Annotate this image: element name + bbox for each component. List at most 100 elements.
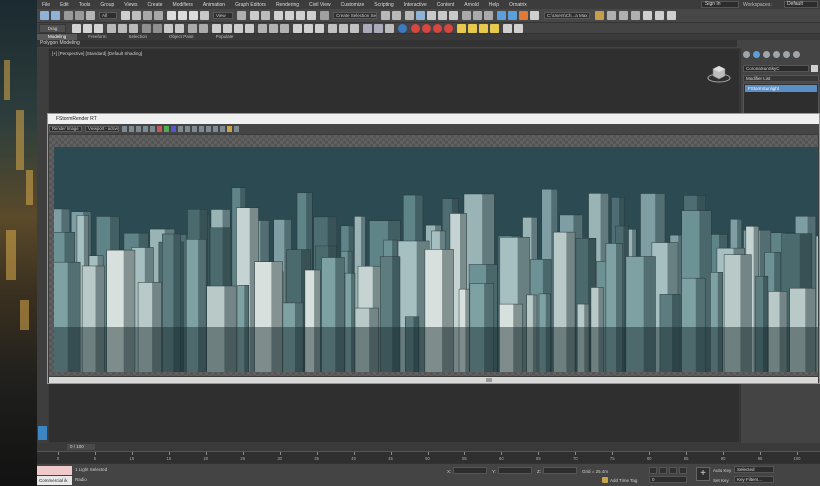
menu-modifiers[interactable]: Modifiers: [168, 2, 198, 8]
print-icon[interactable]: [150, 126, 155, 132]
redo-icon[interactable]: [51, 11, 60, 20]
lens-effects-icon[interactable]: [227, 126, 232, 132]
render-window-title[interactable]: FStormRender RT: [48, 114, 819, 124]
spacing-tool-icon[interactable]: [315, 24, 324, 33]
prev-frame-icon[interactable]: [659, 467, 667, 474]
viewport-layout-tab[interactable]: [38, 426, 47, 440]
open-folder-icon[interactable]: [607, 11, 616, 20]
unlink-icon[interactable]: [75, 11, 84, 20]
menu-create[interactable]: Create: [143, 2, 168, 8]
spinner-snap-icon[interactable]: [307, 11, 316, 20]
render-canvas[interactable]: [49, 135, 818, 376]
create-cylinder-icon[interactable]: [94, 24, 103, 33]
ornatrix-yellow-icon-2[interactable]: [468, 24, 477, 33]
layout2-icon[interactable]: [655, 11, 664, 20]
object-name-field[interactable]: CoronaSunSkyC: [743, 65, 809, 72]
ornatrix-blue-icon[interactable]: [398, 24, 407, 33]
pivot-center-icon[interactable]: [237, 11, 246, 20]
layout-icon[interactable]: [643, 11, 652, 20]
maxscript-listener-input[interactable]: Commercial ik: [37, 476, 72, 485]
snapshot-icon[interactable]: [304, 24, 313, 33]
select-manipulate-icon[interactable]: [250, 11, 259, 20]
reference-coordinate-dropdown[interactable]: View: [213, 12, 233, 19]
particle-icon[interactable]: [350, 24, 359, 33]
object-color-swatch[interactable]: [811, 65, 818, 72]
edit-named-sets-icon[interactable]: [320, 11, 329, 20]
alpha-channel-icon[interactable]: [178, 126, 183, 132]
menu-help[interactable]: Help: [484, 2, 504, 8]
menu-animation[interactable]: Animation: [198, 2, 230, 8]
time-tag-icon[interactable]: [602, 477, 608, 483]
menu-file[interactable]: File: [37, 2, 55, 8]
coord-z-field[interactable]: [543, 467, 577, 474]
menu-customize[interactable]: Customize: [336, 2, 370, 8]
menu-tools[interactable]: Tools: [74, 2, 96, 8]
next-frame-icon[interactable]: [679, 467, 687, 474]
material-editor-icon[interactable]: [449, 11, 458, 20]
menu-interactive[interactable]: Interactive: [399, 2, 432, 8]
modifier-twist-icon[interactable]: [234, 24, 243, 33]
create-shape-icon[interactable]: [142, 24, 151, 33]
snaps-toggle-icon[interactable]: [274, 11, 283, 20]
xref-icon[interactable]: [385, 24, 394, 33]
corona-icon[interactable]: [519, 11, 528, 20]
mirror-icon[interactable]: [381, 11, 390, 20]
save-icon[interactable]: [619, 11, 628, 20]
window-crossing-icon[interactable]: [154, 11, 163, 20]
modifier-ffd-icon[interactable]: [258, 24, 267, 33]
menu-ornatrix[interactable]: Ornatrix: [504, 2, 532, 8]
menu-views[interactable]: Views: [119, 2, 142, 8]
viewport-label[interactable]: [+] [Perspective] [Standard] [Default Sh…: [52, 51, 142, 56]
utilities-panel-icon[interactable]: [793, 51, 800, 58]
project-folder-icon[interactable]: [595, 11, 604, 20]
ornatrix-yellow-icon-4[interactable]: [490, 24, 499, 33]
viewport-dropdown[interactable]: Viewport - active (P): [85, 126, 119, 132]
modifier-shell-icon[interactable]: [269, 24, 278, 33]
angle-snap-icon[interactable]: [285, 11, 294, 20]
coord-x-field[interactable]: [453, 467, 487, 474]
ornatrix-yellow-icon-3[interactable]: [479, 24, 488, 33]
drag-button[interactable]: Drag: [39, 24, 66, 33]
save-image-icon[interactable]: [129, 126, 134, 132]
display-panel-icon[interactable]: [783, 51, 790, 58]
stop-render-icon[interactable]: [234, 126, 239, 132]
select-object-icon[interactable]: [121, 11, 130, 20]
lock-view-icon[interactable]: [122, 126, 127, 132]
time-slider[interactable]: 0 / 100: [37, 443, 820, 451]
create-text-icon[interactable]: [153, 24, 162, 33]
add-time-tag[interactable]: Add Time Tag: [610, 478, 637, 483]
render-production-icon[interactable]: [484, 11, 493, 20]
menu-scripting[interactable]: Scripting: [369, 2, 398, 8]
play-icon[interactable]: [669, 467, 677, 474]
coord-y-field[interactable]: [498, 467, 532, 474]
rotate-icon[interactable]: [178, 11, 187, 20]
sign-in-dropdown[interactable]: Sign In: [701, 1, 739, 8]
ornatrix-yellow-icon-1[interactable]: [457, 24, 466, 33]
clone-window-icon[interactable]: [143, 126, 148, 132]
history-icon[interactable]: [220, 126, 225, 132]
maxscript-listener-top[interactable]: [37, 466, 72, 475]
undo-icon[interactable]: [40, 11, 49, 20]
helper-icon[interactable]: [188, 24, 197, 33]
create-torus-icon[interactable]: [118, 24, 127, 33]
render-horizontal-scrollbar[interactable]: [49, 377, 818, 383]
create-sphere-icon[interactable]: [83, 24, 92, 33]
create-panel-icon[interactable]: [743, 51, 750, 58]
percent-snap-icon[interactable]: [296, 11, 305, 20]
link-icon[interactable]: [64, 11, 73, 20]
move-icon[interactable]: [167, 11, 176, 20]
scene-explorer-icon[interactable]: [416, 11, 425, 20]
copy-image-icon[interactable]: [136, 126, 141, 132]
viewcube-icon[interactable]: [707, 63, 731, 83]
hair-icon[interactable]: [328, 24, 337, 33]
place-icon[interactable]: [200, 11, 209, 20]
menu-arnold[interactable]: Arnold: [459, 2, 483, 8]
menu-graph-editors[interactable]: Graph Editors: [230, 2, 271, 8]
ribbon-panel-label[interactable]: Polygon Modeling: [37, 40, 737, 47]
ornatrix-red-icon-1[interactable]: [411, 24, 420, 33]
set-key-button[interactable]: Set Key: [713, 478, 729, 483]
current-frame-field[interactable]: 0: [649, 476, 687, 483]
named-selection-set-dropdown[interactable]: Create Selection Set: [333, 12, 377, 19]
ornatrix-red-icon-2[interactable]: [422, 24, 431, 33]
fstorm-settings-icon[interactable]: [508, 11, 517, 20]
